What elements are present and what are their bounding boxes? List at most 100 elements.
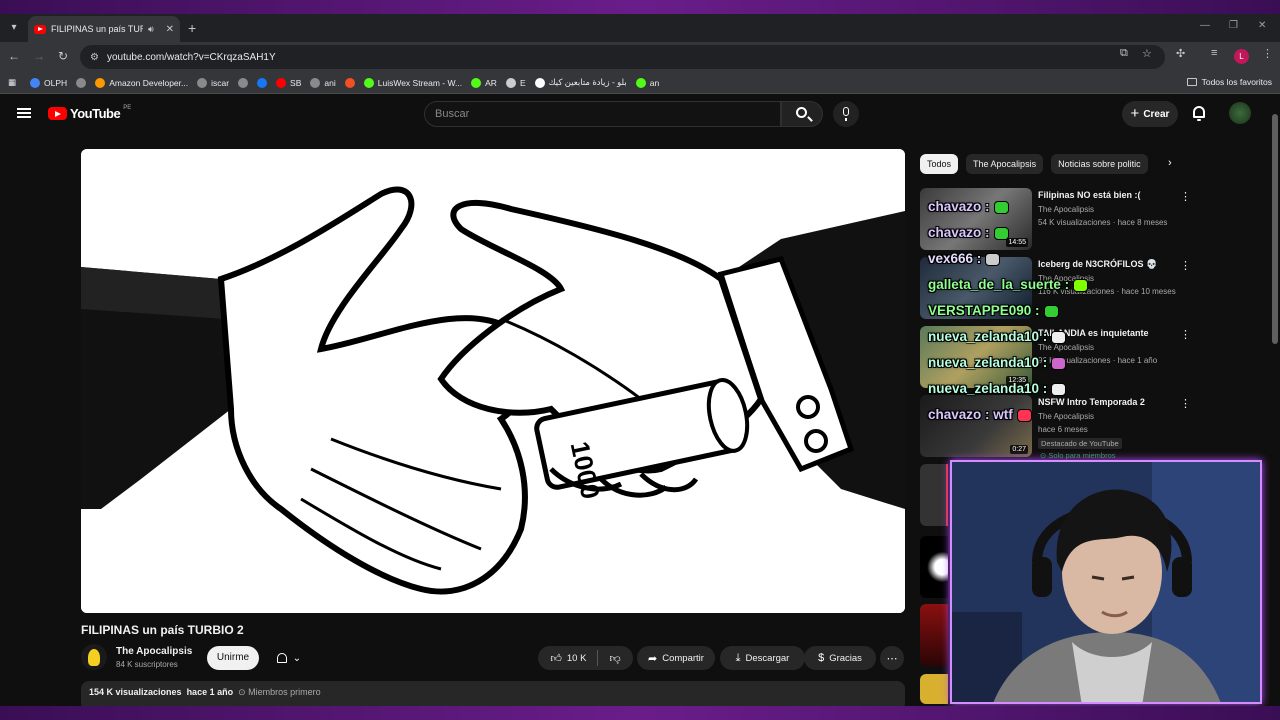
bookmark-label: OLPH <box>44 77 68 88</box>
bookmark-label: بلو - زيادة متابعين كيك <box>548 77 627 87</box>
minimize-icon[interactable]: — <box>1200 20 1210 31</box>
upload-age: hace 1 año <box>186 687 234 697</box>
bookmark-item[interactable]: iscar <box>197 77 229 88</box>
bookmark-item[interactable] <box>257 77 268 88</box>
voice-search-button[interactable] <box>833 101 859 127</box>
all-bookmarks[interactable]: Todos los favoritos <box>1186 77 1272 87</box>
youtube-logo[interactable]: YouTube PE <box>48 104 132 121</box>
microphone-icon <box>843 107 849 121</box>
partial-thumbnail[interactable] <box>920 674 948 704</box>
partial-thumbnail[interactable] <box>920 536 948 598</box>
search-button[interactable] <box>781 101 823 127</box>
site-info-icon[interactable]: ⚙︎ <box>90 52 99 63</box>
like-divider <box>597 650 599 666</box>
bookmark-item[interactable]: SB <box>276 77 301 88</box>
members-only-badge: ⊙ Solo para miembros <box>1040 451 1116 460</box>
kick-icon <box>471 77 482 88</box>
apps-grid-icon[interactable]: ▦ <box>8 77 16 88</box>
partial-thumbnail[interactable] <box>920 464 948 526</box>
account-avatar[interactable] <box>1229 102 1251 124</box>
facebook-icon <box>257 77 268 88</box>
country-code: PE <box>123 104 132 111</box>
create-label: Crear <box>1143 108 1170 120</box>
chat-message: chavazo : <box>928 194 1108 220</box>
channel-avatar[interactable] <box>81 644 107 670</box>
reload-icon[interactable]: ↻ <box>55 49 71 63</box>
more-options-icon[interactable]: ⋮ <box>1180 259 1191 272</box>
bookmark-item[interactable]: an <box>635 77 659 88</box>
page-scrollbar[interactable] <box>1270 94 1280 706</box>
profile-avatar[interactable]: L <box>1234 49 1249 64</box>
emote-icon <box>1051 330 1067 344</box>
featured-badge: Destacado de YouTube <box>1038 438 1122 449</box>
more-options-icon[interactable]: ⋮ <box>1180 397 1191 410</box>
address-bar[interactable]: ⚙︎ youtube.com/watch?v=CKrqzaSAH1Y <box>80 45 1165 69</box>
bookmark-item[interactable] <box>76 77 87 88</box>
tab-search-icon[interactable]: ▾ <box>6 20 22 36</box>
menu-icon[interactable]: ⋮ <box>1262 47 1273 60</box>
bookmark-item[interactable]: Amazon Developer... <box>95 77 188 88</box>
emote-icon <box>1073 278 1089 292</box>
bookmark-item[interactable]: بلو - زيادة متابعين كيك <box>534 77 627 88</box>
download-button[interactable]: ⤓ Descargar <box>720 646 805 670</box>
more-options-icon[interactable]: ⋮ <box>1180 328 1191 341</box>
members-first-label: Miembros primero <box>248 687 321 697</box>
partial-thumbnail[interactable] <box>920 604 948 666</box>
browser-toolbar: ← → ↻ ⚙︎ youtube.com/watch?v=CKrqzaSAH1Y… <box>0 42 1280 72</box>
chat-username: VERSTAPPE090 : <box>928 303 1040 318</box>
like-icon[interactable]: 👍︎ <box>550 652 562 665</box>
chat-message: vex666 : <box>928 246 1108 272</box>
dislike-icon[interactable]: 👎︎ <box>609 652 620 665</box>
chip-politics[interactable]: Noticias sobre politic <box>1051 154 1148 174</box>
emote-icon <box>1016 408 1032 422</box>
description-box[interactable]: 154 K visualizaciones hace 1 año ⊙ Miemb… <box>81 681 905 706</box>
bookmark-item[interactable] <box>238 77 249 88</box>
bell-icon <box>276 653 287 663</box>
more-actions-button[interactable]: ⋯ <box>880 646 904 670</box>
globe-icon <box>197 77 208 88</box>
tab-strip: ▾ FILIPINAS un país TURBIO 2 🔊︎ ✕ + — ❐ … <box>0 14 1280 42</box>
notifications-bell-icon[interactable] <box>1193 106 1205 121</box>
bookmark-item[interactable] <box>344 77 355 88</box>
more-icon: ⋯ <box>886 652 898 665</box>
bookmark-item[interactable]: LuisWex Stream - W... <box>363 77 462 88</box>
chip-channel[interactable]: The Apocalipsis <box>966 154 1044 174</box>
bookmark-star-icon[interactable]: ☆ <box>1142 47 1152 60</box>
more-options-icon[interactable]: ⋮ <box>1180 190 1191 203</box>
youtube-play-icon <box>48 107 67 120</box>
share-label: Compartir <box>662 652 704 664</box>
maximize-icon[interactable]: ❐ <box>1229 20 1238 31</box>
channel-name[interactable]: The Apocalipsis <box>116 646 192 657</box>
bookmark-item[interactable]: AR <box>471 77 497 88</box>
bookmark-item[interactable]: ani <box>310 77 336 88</box>
chevron-down-icon: ⌄ <box>292 652 302 664</box>
close-tab-icon[interactable]: ✕ <box>166 24 174 35</box>
hamburger-menu-icon[interactable] <box>17 108 31 118</box>
join-button[interactable]: Unirme <box>207 646 259 670</box>
install-app-icon[interactable]: ⧉ <box>1120 47 1128 60</box>
forward-icon[interactable]: → <box>31 49 47 63</box>
close-window-icon[interactable]: ✕ <box>1258 20 1266 31</box>
share-button[interactable]: ➦ Compartir <box>637 646 715 670</box>
create-button[interactable]: + Crear <box>1122 101 1178 127</box>
bookmark-item[interactable]: OLPH <box>30 77 68 88</box>
scrollbar-thumb[interactable] <box>1272 114 1278 344</box>
chevron-right-icon[interactable]: › <box>1168 157 1172 169</box>
chip-todos[interactable]: Todos <box>920 154 959 174</box>
globe-icon <box>534 77 545 88</box>
subscription-bell-button[interactable]: ⌄ <box>266 646 312 670</box>
thanks-button[interactable]: $ Gracias <box>804 646 876 670</box>
new-tab-icon[interactable]: + <box>188 20 196 36</box>
bookmark-label: AR <box>485 77 497 88</box>
emote-icon <box>1051 382 1067 396</box>
like-count[interactable]: 10 K <box>567 653 587 664</box>
bookmark-item[interactable]: E <box>505 77 526 88</box>
extensions-icon[interactable]: ✣ <box>1176 47 1185 60</box>
video-player[interactable]: 1000 <box>81 149 905 613</box>
back-icon[interactable]: ← <box>6 49 22 63</box>
audio-playing-icon[interactable]: 🔊︎ <box>148 24 154 35</box>
google-icon <box>30 77 41 88</box>
media-controls-icon[interactable]: ≡ <box>1211 47 1217 59</box>
active-tab[interactable]: FILIPINAS un país TURBIO 2 🔊︎ ✕ <box>28 16 180 42</box>
search-input[interactable]: Buscar <box>424 101 781 127</box>
